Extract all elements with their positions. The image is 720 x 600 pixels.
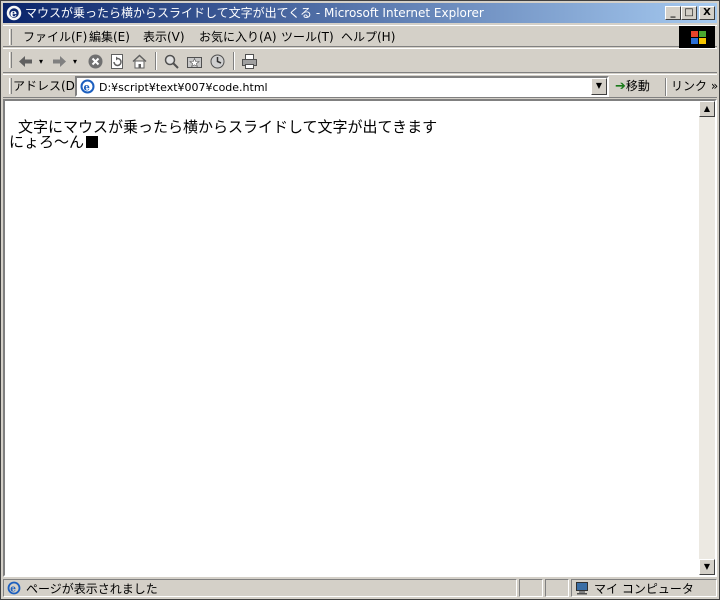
vertical-scrollbar[interactable]: ▲ ▼ (699, 101, 715, 575)
links-button[interactable]: リンク » (671, 78, 718, 94)
address-bar: アドレス(D) e D:¥script¥text¥007¥code.html ▼… (3, 74, 718, 98)
menubar-grip[interactable] (9, 29, 12, 45)
svg-text:e: e (10, 585, 16, 595)
address-label: アドレス(D) (13, 79, 80, 93)
toolbar-separator (665, 78, 667, 96)
ie-window: e マウスが乗ったら横からスライドして文字が出てくる - Microsoft I… (0, 0, 720, 600)
security-zone-label: マイ コンピュータ (594, 582, 694, 596)
search-icon[interactable] (163, 53, 180, 70)
windows-logo-icon (679, 26, 715, 48)
toolbar-grip[interactable] (9, 52, 12, 68)
menu-tools[interactable]: ツール(T) (281, 29, 334, 45)
addressbar-grip[interactable] (9, 78, 12, 94)
menu-bar: ファイル(F) 編集(E) 表示(V) お気に入り(A) ツール(T) ヘルプ(… (3, 25, 717, 48)
status-text-pane: e ページが表示されました (3, 579, 517, 597)
svg-text:e: e (10, 7, 17, 20)
ie-logo-icon: e (6, 5, 22, 21)
svg-text:e: e (84, 83, 90, 94)
text-cursor-block (86, 136, 99, 148)
home-icon[interactable] (131, 53, 148, 70)
title-bar[interactable]: e マウスが乗ったら横からスライドして文字が出てくる - Microsoft I… (3, 3, 717, 23)
status-bar: e ページが表示されました マイ コンピュータ (3, 578, 717, 598)
refresh-icon[interactable] (109, 53, 126, 70)
slide-in-text: にょろ〜ん (9, 133, 99, 151)
window-title: マウスが乗ったら横からスライドして文字が出てくる - Microsoft Int… (25, 6, 484, 20)
menu-help[interactable]: ヘルプ(H) (341, 29, 395, 45)
favorites-icon[interactable] (186, 53, 203, 70)
toolbar-separator (233, 52, 235, 70)
print-icon[interactable] (241, 53, 258, 70)
address-input[interactable]: e D:¥script¥text¥007¥code.html ▼ (75, 76, 609, 97)
address-value[interactable]: D:¥script¥text¥007¥code.html (99, 81, 268, 94)
menu-view[interactable]: 表示(V) (143, 29, 185, 45)
address-dropdown-button[interactable]: ▼ (591, 78, 607, 95)
page-ie-icon: e (80, 79, 95, 94)
status-message: ページが表示されました (26, 582, 158, 596)
status-pane-empty (545, 579, 569, 597)
stop-icon[interactable] (87, 53, 104, 70)
page-viewport: 文字にマウスが乗ったら横からスライドして文字が出てきます にょろ〜ん ▲ ▼ (3, 99, 717, 577)
go-arrow-icon: ➔ (615, 79, 626, 94)
slide-in-label: にょろ〜ん (9, 133, 85, 151)
menu-edit[interactable]: 編集(E) (89, 29, 130, 45)
menu-favorites[interactable]: お気に入り(A) (199, 29, 277, 45)
toolbar-separator (155, 52, 157, 70)
forward-arrow-icon[interactable] (51, 53, 68, 70)
menu-file[interactable]: ファイル(F) (23, 29, 87, 45)
status-pane-empty (519, 579, 543, 597)
standard-toolbar: ▾ ▾ (3, 48, 717, 73)
security-zone-pane: マイ コンピュータ (571, 579, 717, 597)
close-button[interactable]: X (699, 6, 715, 20)
maximize-button[interactable]: □ (681, 6, 697, 20)
my-computer-icon (576, 582, 588, 595)
history-icon[interactable] (209, 53, 226, 70)
minimize-button[interactable]: _ (665, 6, 681, 20)
go-button[interactable]: ➔移動 (615, 78, 650, 95)
page-done-icon: e (7, 581, 21, 595)
scroll-down-button[interactable]: ▼ (699, 559, 715, 575)
go-label: 移動 (625, 79, 650, 93)
back-arrow-icon[interactable] (17, 53, 34, 70)
scroll-up-button[interactable]: ▲ (699, 101, 715, 117)
